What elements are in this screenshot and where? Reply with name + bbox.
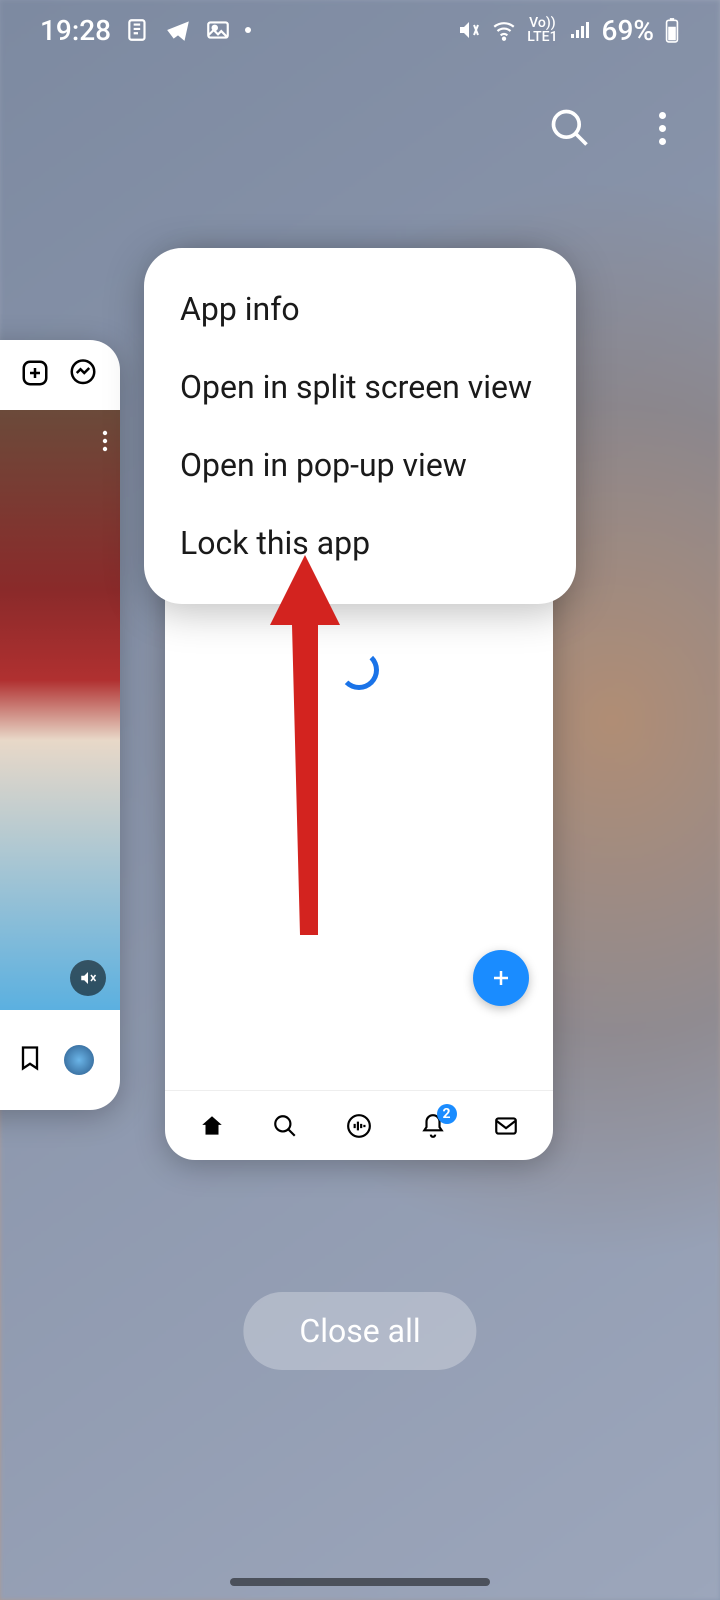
nav-voice[interactable] [339,1106,379,1146]
status-time: 19:28 [40,14,111,47]
recents-toolbar [542,100,690,156]
dot-icon [245,27,251,33]
nav-notifications[interactable]: 2 [413,1106,453,1146]
volte-label: Vo)) LTE1 [527,16,557,44]
menu-lock-app[interactable]: Lock this app [144,504,576,582]
mail-icon [493,1113,519,1139]
plus-icon [489,966,513,990]
preview-photo: I 😭❤️ [0,410,120,1010]
menu-app-info[interactable]: App info [144,270,576,348]
wifi-icon [491,17,517,43]
bookmark-icon [16,1044,44,1076]
nav-mail[interactable] [486,1106,526,1146]
recents-card-left[interactable]: I 😭❤️ [0,340,120,1110]
nav-search[interactable] [265,1106,305,1146]
notification-badge: 2 [437,1104,457,1124]
search-icon [272,1113,298,1139]
menu-popup-view[interactable]: Open in pop-up view [144,426,576,504]
video-mute-icon [70,960,106,996]
mute-icon [457,18,481,42]
signal-icon [568,18,592,42]
nav-home[interactable] [192,1106,232,1146]
more-vertical-icon [102,430,108,456]
telegram-icon [165,17,191,43]
notification-icon [125,17,151,43]
close-all-button[interactable]: Close all [243,1292,476,1370]
battery-percent: 69% [602,14,654,47]
loading-spinner [339,650,379,690]
battery-icon [664,17,680,43]
status-bar: 19:28 Vo)) LTE1 69% [0,0,720,60]
app-bottom-nav: 2 [165,1090,553,1160]
compose-fab[interactable] [473,950,529,1006]
add-post-icon [20,358,50,392]
gesture-bar[interactable] [230,1578,490,1586]
more-button[interactable] [634,100,690,156]
avatar [64,1045,94,1075]
messenger-icon [68,358,98,392]
menu-split-screen[interactable]: Open in split screen view [144,348,576,426]
more-vertical-icon [659,112,666,145]
search-button[interactable] [542,100,598,156]
home-icon [199,1113,225,1139]
app-context-menu: App info Open in split screen view Open … [144,248,576,604]
search-icon [548,106,592,150]
voice-icon [346,1113,372,1139]
image-icon [205,17,231,43]
